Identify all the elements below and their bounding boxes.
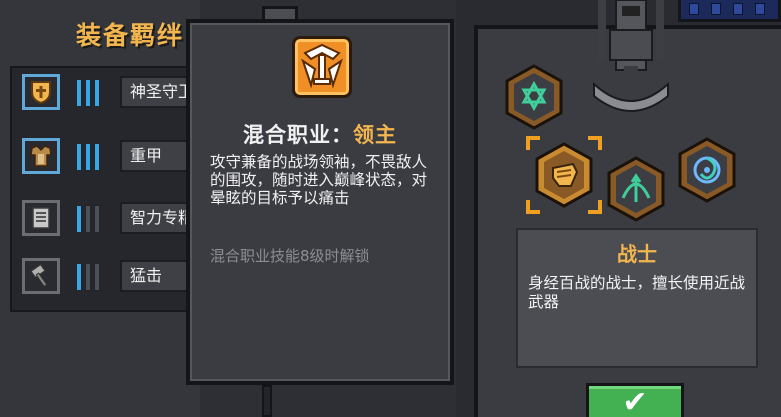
checkmark-icon: ✔ [622,385,648,417]
class-node-ranger[interactable] [605,156,667,222]
class-info-box: 战士 身经百战的战士，擅长使用近战武器 [516,228,758,368]
holy-shield-icon [22,74,60,110]
fist-icon [552,162,579,187]
hybrid-class-tooltip: 混合职业：领主 攻守兼备的战场领袖，不畏敌人的围攻，随时进入巅峰状态，对晕眩的目… [186,19,454,385]
set-progress-bars [76,143,112,171]
hammer-icon [22,258,60,294]
scroll-icon [22,200,60,236]
set-row-intellect[interactable]: 智力专精 [12,196,200,238]
class-description: 身经百战的战士，擅长使用近战武器 [528,274,746,311]
sword-crest-icon [292,36,352,98]
set-progress-bars [76,263,112,291]
equipment-set-panel: 装备羁绊 神圣守卫 重甲 智力专精 猛击 [0,0,200,417]
class-node-warrior[interactable] [533,142,595,208]
tooltip-title-name: 领主 [353,123,397,147]
unlock-hint: 混合职业技能8级时解锁 [210,247,370,265]
tooltip-title: 混合职业：领主 [190,119,450,149]
background-window [678,0,781,22]
confirm-button[interactable]: ✔ [586,383,684,417]
set-progress-bars [76,205,112,233]
tooltip-description: 攻守兼备的战场领袖，不畏敌人的围攻，随时进入巅峰状态，对晕眩的目标予以痛击 [210,153,428,207]
set-row-heavy-armor[interactable]: 重甲 [12,134,200,176]
class-node-star[interactable] [503,64,565,130]
set-row-smash[interactable]: 猛击 [12,254,200,296]
class-name: 战士 [617,242,657,266]
divider [262,385,272,417]
class-node-mage[interactable] [676,137,738,203]
tooltip-title-label: 混合职业： [243,123,353,147]
knight-statue-icon [593,0,669,112]
heavy-armor-icon [22,138,60,174]
panel-title: 装备羁绊 [76,21,185,50]
set-row-holy-guard[interactable]: 神圣守卫 [12,70,200,112]
set-progress-bars [76,79,112,107]
